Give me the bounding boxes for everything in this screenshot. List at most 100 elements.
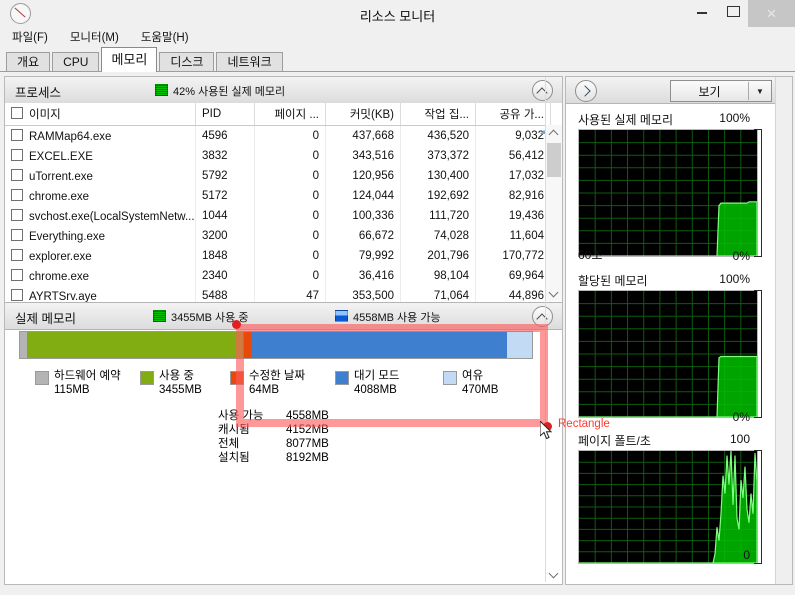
rect-handle-top-left[interactable] xyxy=(232,320,241,329)
row-checkbox[interactable] xyxy=(11,289,23,301)
minimize-button[interactable] xyxy=(686,0,717,22)
window-controls: × xyxy=(686,0,795,27)
cell-pid: 3832 xyxy=(195,146,255,166)
menu-item-help[interactable]: 도움말(H) xyxy=(138,28,192,46)
process-table-body: RAMMap64.exe45960437,668436,5209,032427,… xyxy=(5,125,562,326)
tab-memory[interactable]: 메모리 xyxy=(101,47,158,72)
process-table: 이미지 PID 페이지 ... 커밋(KB) 작업 집... 공유 가... 개… xyxy=(5,103,562,326)
column-header-hard-faults[interactable]: 페이지 ... xyxy=(254,103,326,126)
column-header-shareable[interactable]: 공유 가... xyxy=(475,103,551,126)
summary-key: 설치됨 xyxy=(218,452,250,464)
summary-row: 설치됨 8192MB xyxy=(218,451,356,465)
left-pane-scroll-down-icon[interactable] xyxy=(546,566,562,582)
maximize-icon xyxy=(727,6,740,17)
memory-segment-inuse xyxy=(27,332,244,358)
physical-memory-section: 실제 메모리 3455MB 사용 중 4558MB 사용 가능 하드웨어 예약 1… xyxy=(5,302,562,584)
table-row[interactable]: explorer.exe1848079,992201,796170,77231,… xyxy=(5,246,562,266)
row-checkbox[interactable] xyxy=(11,249,23,261)
graph-title: 할당된 메모리 xyxy=(578,274,648,288)
cell-hard-faults: 0 xyxy=(254,246,326,266)
row-checkbox[interactable] xyxy=(11,229,23,241)
cell-working-set: 201,796 xyxy=(400,246,476,266)
tab-overview[interactable]: 개요 xyxy=(6,52,51,72)
row-checkbox[interactable] xyxy=(11,169,23,181)
graph-min-label: 0% xyxy=(732,249,750,263)
table-row[interactable]: chrome.exe51720124,044192,69282,916109,7… xyxy=(5,186,562,206)
summary-value: 4558MB xyxy=(286,410,329,422)
cell-working-set: 373,372 xyxy=(400,146,476,166)
cell-hard-faults: 0 xyxy=(254,266,326,286)
chevron-right-icon[interactable] xyxy=(575,80,597,102)
physical-memory-header[interactable]: 실제 메모리 3455MB 사용 중 4558MB 사용 가능 xyxy=(5,303,562,330)
title-bar: 리소스 모니터 × xyxy=(0,0,795,27)
column-header-pid[interactable]: PID xyxy=(195,103,255,126)
close-button[interactable]: × xyxy=(748,0,795,27)
row-checkbox[interactable] xyxy=(11,209,23,221)
column-header-working-set[interactable]: 작업 집... xyxy=(400,103,476,126)
row-checkbox[interactable] xyxy=(11,189,23,201)
cell-commit: 66,672 xyxy=(325,226,401,246)
summary-key: 전체 xyxy=(218,438,240,450)
table-row[interactable]: chrome.exe2340036,41698,10469,96428,140 xyxy=(5,266,562,286)
summary-key: 사용 가능 xyxy=(218,410,264,422)
memory-segment-mod xyxy=(243,332,252,358)
chevron-down-icon: ▼ xyxy=(756,86,764,96)
table-row[interactable]: RAMMap64.exe45960437,668436,5209,032427,… xyxy=(5,125,562,146)
summary-row: 사용 가능 4558MB xyxy=(218,409,356,423)
column-header-commit[interactable]: 커밋(KB) xyxy=(325,103,401,126)
cell-image: RAMMap64.exe xyxy=(5,125,196,146)
row-checkbox[interactable] xyxy=(11,269,23,281)
cell-working-set: 98,104 xyxy=(400,266,476,286)
legend-inuse: 사용 중 3455MB xyxy=(140,369,202,397)
cell-image: EXCEL.EXE xyxy=(5,146,196,166)
cell-image: uTorrent.exe xyxy=(5,166,196,186)
tab-cpu[interactable]: CPU xyxy=(52,52,100,72)
tab-network[interactable]: 네트워크 xyxy=(216,52,283,72)
column-header-image[interactable]: 이미지 xyxy=(5,103,196,126)
maximize-button[interactable] xyxy=(717,0,748,22)
blue-swatch-icon xyxy=(335,310,348,322)
menu-bar: 파일(F) 모니터(M) 도움말(H) xyxy=(0,27,795,46)
cell-commit: 79,992 xyxy=(325,246,401,266)
cell-hard-faults: 0 xyxy=(254,166,326,186)
left-pane-scrollbar[interactable] xyxy=(545,77,562,582)
legend-text: 사용 중 3455MB xyxy=(159,370,202,396)
view-button[interactable]: 보기 ▼ xyxy=(670,80,772,102)
legend-standby: 대기 모드 4088MB xyxy=(335,369,400,397)
select-all-checkbox[interactable] xyxy=(11,107,23,119)
table-row[interactable]: uTorrent.exe57920120,956130,40017,032113… xyxy=(5,166,562,186)
cell-shareable: 11,604 xyxy=(475,226,551,246)
processes-legend: 42% 사용된 실제 메모리 xyxy=(155,83,285,99)
graph-scale-bracket xyxy=(754,129,762,257)
tab-strip: 개요 CPU 메모리 디스크 네트워크 xyxy=(0,46,795,72)
cell-shareable: 56,412 xyxy=(475,146,551,166)
view-button-label: 보기 xyxy=(698,84,721,99)
cell-pid: 1044 xyxy=(195,206,255,226)
cell-hard-faults: 0 xyxy=(254,186,326,206)
summary-value: 8192MB xyxy=(286,452,329,464)
memory-available-legend: 4558MB 사용 가능 xyxy=(335,309,441,325)
row-checkbox[interactable] xyxy=(11,129,23,141)
graph-scale-bracket xyxy=(754,290,762,418)
right-pane-scrollbar[interactable] xyxy=(775,77,792,584)
legend-value: 4088MB xyxy=(354,384,397,396)
right-scroll-up-icon[interactable] xyxy=(776,77,792,93)
legend-free: 여유 470MB xyxy=(443,369,498,397)
menu-item-monitor[interactable]: 모니터(M) xyxy=(67,28,122,46)
menu-item-file[interactable]: 파일(F) xyxy=(9,28,51,46)
summary-key: 캐시됨 xyxy=(218,424,250,436)
table-row[interactable]: svchost.exe(LocalSystemNetw... 1044 0 100,3… xyxy=(5,206,562,226)
legend-text: 대기 모드 4088MB xyxy=(354,370,400,396)
processes-section-header[interactable]: 프로세스 42% 사용된 실제 메모리 xyxy=(5,77,562,104)
right-scroll-down-icon[interactable] xyxy=(776,568,792,584)
arrow-cursor xyxy=(540,421,553,440)
row-checkbox[interactable] xyxy=(11,149,23,161)
cell-shareable: 170,772 xyxy=(475,246,551,266)
memory-summary-table: 사용 가능 4558MB 캐시됨 4152MB 전체 8077MB 설치됨 8192MB xyxy=(218,409,356,465)
tab-disk[interactable]: 디스크 xyxy=(159,52,215,72)
table-row[interactable]: Everything.exe3200066,67274,02811,60462,… xyxy=(5,226,562,246)
legend-value: 64MB xyxy=(249,384,280,396)
summary-row: 캐시됨 4152MB xyxy=(218,423,356,437)
graph-max-label: 100% xyxy=(719,111,750,125)
table-row[interactable]: EXCEL.EXE38320343,516373,37256,412316,96… xyxy=(5,146,562,166)
